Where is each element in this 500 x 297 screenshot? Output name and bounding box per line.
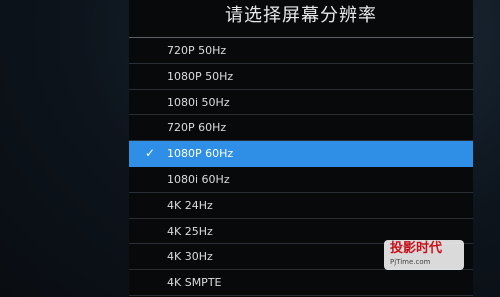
option-label: 720P 60Hz — [167, 121, 227, 135]
watermark-brand: 投影时代 — [390, 241, 443, 256]
option-label: 4K SMPTE — [167, 276, 222, 290]
watermark-logo: 投影时代 PjTime.com — [384, 240, 464, 270]
option-720p-60hz[interactable]: 720P 60Hz — [129, 115, 473, 142]
watermark-url: PjTime.com — [390, 258, 431, 266]
dialog-title: 请选择屏幕分辨率 — [225, 5, 377, 26]
option-label: 1080P 50Hz — [167, 69, 234, 83]
option-4k-smpte[interactable]: 4K SMPTE — [129, 270, 473, 296]
option-label: 1080i 60Hz — [167, 172, 230, 186]
option-1080p-50hz[interactable]: 1080P 50Hz — [129, 64, 473, 90]
option-label: 720P 50Hz — [167, 44, 227, 57]
option-label: 4K 24Hz — [167, 198, 213, 212]
option-1080i-50hz[interactable]: 1080i 50Hz — [129, 90, 473, 116]
option-label: 4K 25Hz — [167, 224, 213, 238]
option-4k-24hz[interactable]: 4K 24Hz — [129, 193, 473, 219]
screen: 请选择屏幕分辨率 720P 50Hz 1080P 50Hz 1080i 50Hz… — [0, 0, 500, 297]
option-label: 1080i 50Hz — [167, 95, 230, 109]
option-1080i-60hz[interactable]: 1080i 60Hz — [129, 167, 473, 193]
option-720p-50hz[interactable]: 720P 50Hz — [129, 38, 473, 64]
check-icon: ✓ — [145, 146, 156, 161]
option-label: 4K 30Hz — [167, 250, 213, 264]
option-1080p-60hz[interactable]: ✓ 1080P 60Hz — [129, 141, 473, 167]
option-label: 1080P 60Hz — [167, 147, 234, 161]
